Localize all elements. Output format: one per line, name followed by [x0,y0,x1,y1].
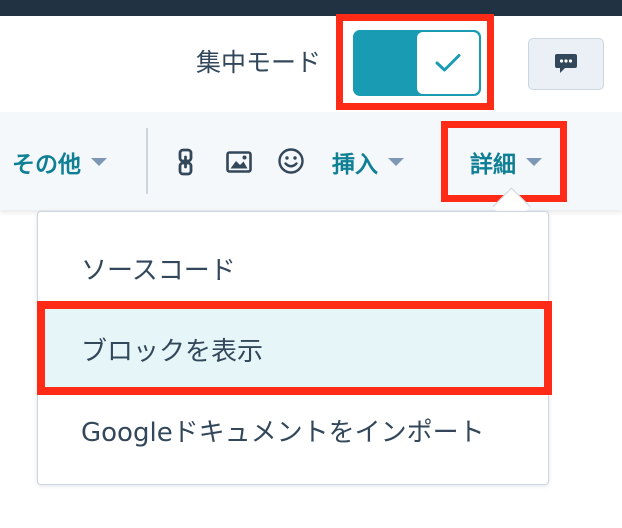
more-menu-button[interactable]: その他 [12,142,107,182]
menu-item-source-code[interactable]: ソースコード [39,228,547,308]
top-dark-bar [0,0,622,16]
menu-item-label: ソースコード [81,255,236,286]
highlight-box-focus-toggle [336,14,494,110]
highlight-box-show-blocks [37,301,552,395]
insert-menu-button[interactable]: 挿入 [332,142,404,182]
menu-item-import-google-docs[interactable]: Googleドキュメントをインポート [39,390,547,470]
toolbar-divider [146,128,148,194]
menu-item-label: Googleドキュメントをインポート [81,417,485,448]
emoji-icon [278,148,304,174]
focus-mode-label: 集中モード [196,48,322,77]
chevron-down-icon [91,158,107,166]
insert-image-button[interactable] [222,145,256,179]
more-menu-label: その他 [12,152,81,178]
insert-emoji-button[interactable] [274,144,308,178]
highlight-box-advanced-menu [441,121,567,202]
chat-bubble-icon [555,54,577,73]
link-icon [178,148,193,176]
chevron-down-icon [388,158,404,166]
insert-link-button[interactable] [169,145,203,179]
comments-button[interactable] [528,38,604,90]
image-icon [226,151,252,173]
insert-menu-label: 挿入 [332,152,378,178]
